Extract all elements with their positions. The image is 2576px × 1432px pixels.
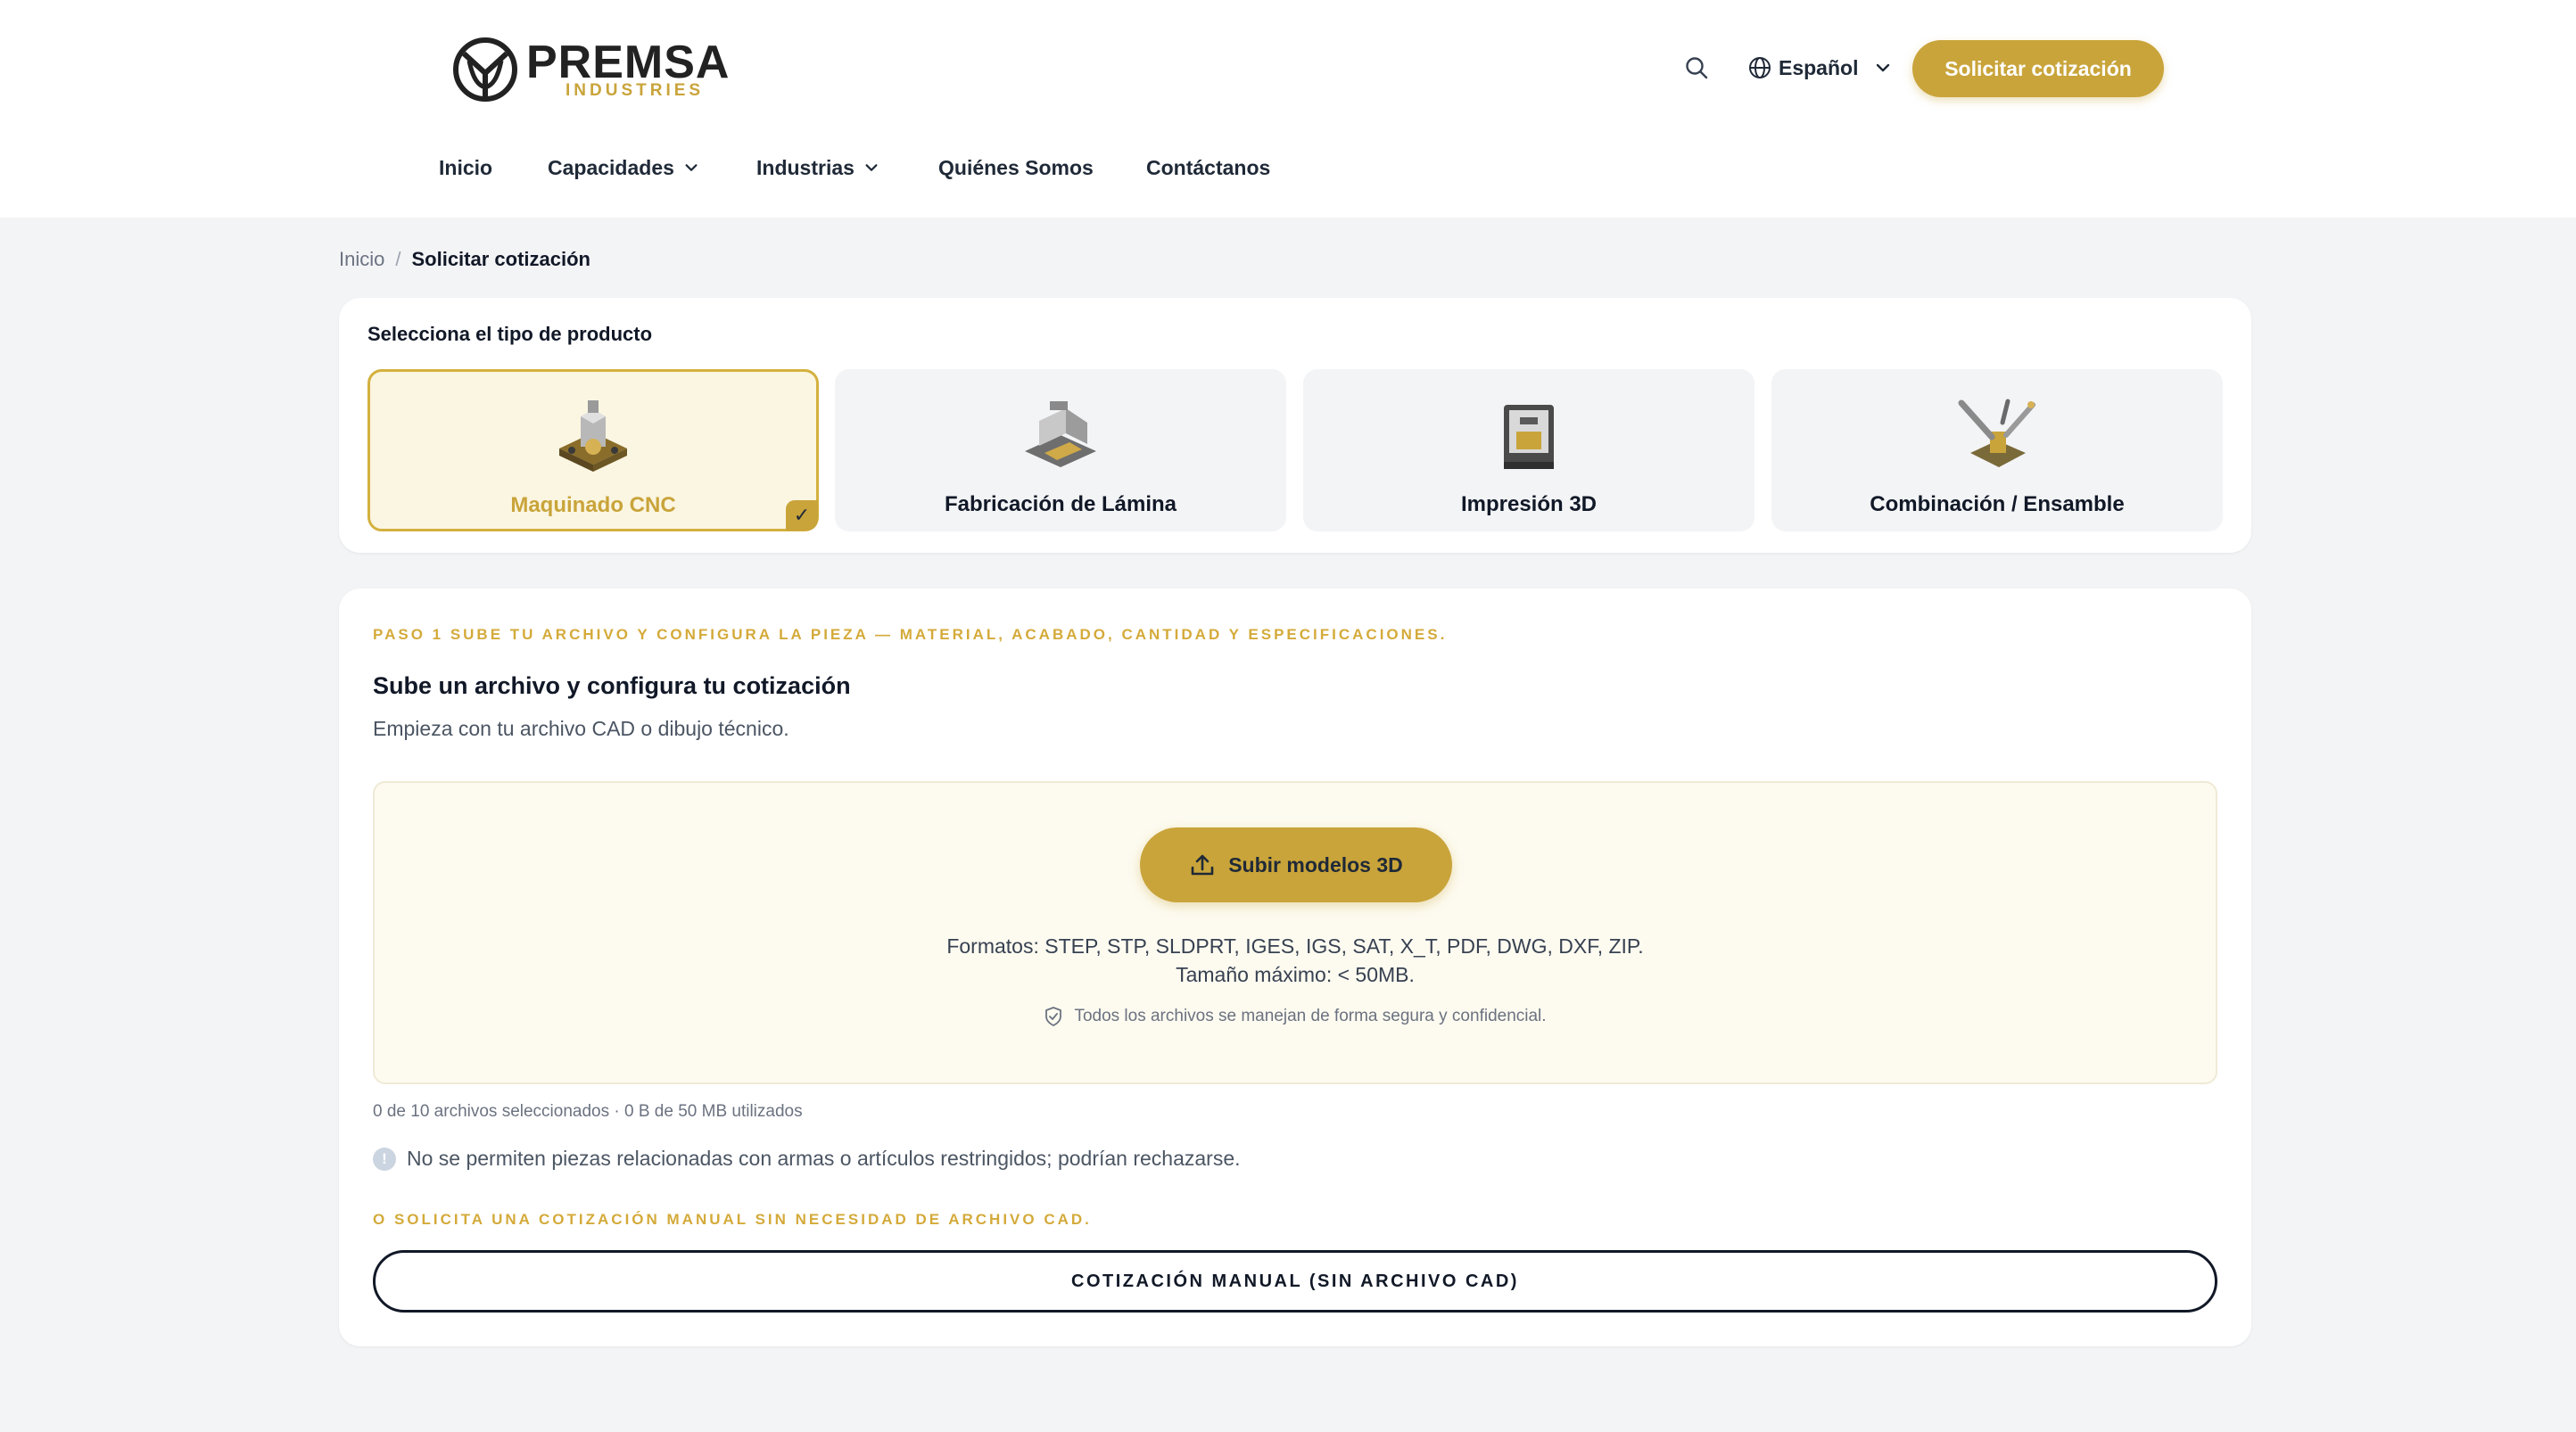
sheet-metal-icon <box>1025 401 1096 467</box>
restricted-items-warning: ! No se permiten piezas relacionadas con… <box>373 1147 1241 1171</box>
upload-icon <box>1191 854 1214 876</box>
globe-icon <box>1749 57 1771 78</box>
warning-text: No se permiten piezas relacionadas con a… <box>407 1147 1241 1170</box>
upload-subtitle: Empieza con tu archivo CAD o dibujo técn… <box>373 717 789 740</box>
nav-item-quienes-somos[interactable]: Quiénes Somos <box>938 152 1094 184</box>
chevron-down-icon <box>1877 63 1890 72</box>
product-type-title: Selecciona el tipo de producto <box>367 323 653 345</box>
breadcrumb-current: Solicitar cotización <box>411 248 590 270</box>
security-note: Todos los archivos se manejan de forma s… <box>375 1006 2216 1027</box>
language-selector[interactable]: Español <box>1748 52 1892 84</box>
info-icon: ! <box>373 1147 396 1171</box>
upload-button-label: Subir modelos 3D <box>1228 852 1403 876</box>
nav-item-label: Capacidades <box>548 155 674 179</box>
nav-item-label: Contáctanos <box>1146 155 1271 179</box>
max-file-size: Tamaño máximo: < 50MB. <box>1176 963 1415 986</box>
product-type-card: Selecciona el tipo de producto Maquinado… <box>339 298 2251 553</box>
logo-mark-icon <box>453 37 517 102</box>
cnc-part-icon <box>559 400 627 472</box>
product-option-assembly[interactable]: Combinación / Ensamble <box>1771 369 2223 531</box>
product-option-label: Maquinado CNC <box>510 493 676 517</box>
shield-check-icon <box>1045 1007 1062 1026</box>
product-option-label: Impresión 3D <box>1460 492 1598 516</box>
step-label: PASO 1 SUBE TU ARCHIVO Y CONFIGURA LA PI… <box>373 626 1448 643</box>
logo-subtitle: INDUSTRIES <box>566 81 705 100</box>
manual-quote-button[interactable]: COTIZACIÓN MANUAL (SIN ARCHIVO CAD) <box>373 1250 2217 1313</box>
accepted-formats: Formatos: STEP, STP, SLDPRT, IGES, IGS, … <box>946 934 1644 958</box>
product-option-label: Combinación / Ensamble <box>1870 492 2125 516</box>
breadcrumb-home[interactable]: Inicio <box>339 248 384 271</box>
request-quote-button[interactable]: Solicitar cotización <box>1912 40 2164 97</box>
breadcrumb-separator: / <box>395 248 401 270</box>
upload-title: Sube un archivo y configura tu cotizació… <box>373 672 851 699</box>
product-option-cnc[interactable]: Maquinado CNC ✓ <box>367 369 819 531</box>
selected-check-icon: ✓ <box>786 500 818 531</box>
nav-item-inicio[interactable]: Inicio <box>439 152 492 184</box>
premsa-logo[interactable]: PREMSA INDUSTRIES <box>451 34 729 105</box>
nav-item-label: Quiénes Somos <box>938 155 1094 179</box>
product-option-3d-printing[interactable]: Impresión 3D <box>1303 369 1754 531</box>
language-label: Español <box>1779 55 1859 79</box>
product-option-sheet-metal[interactable]: Fabricación de Lámina <box>835 369 1286 531</box>
nav-item-label: Industrias <box>756 155 855 179</box>
manual-quote-hint: O SOLICITA UNA COTIZACIÓN MANUAL SIN NEC… <box>373 1211 1092 1228</box>
assembly-tools-icon <box>1958 399 2035 467</box>
nav-item-label: Inicio <box>439 155 493 179</box>
product-option-label: Fabricación de Lámina <box>944 492 1177 516</box>
nav-item-capacidades[interactable]: Capacidades <box>548 152 699 184</box>
security-note-text: Todos los archivos se manejan de forma s… <box>1074 1007 1547 1025</box>
breadcrumb: Inicio / Solicitar cotización <box>339 248 590 271</box>
chevron-down-icon <box>865 164 878 171</box>
file-counter: 0 de 10 archivos seleccionados · 0 B de … <box>373 1102 803 1121</box>
search-icon[interactable] <box>1684 55 1709 80</box>
nav-item-contactanos[interactable]: Contáctanos <box>1146 152 1270 184</box>
file-dropzone[interactable]: Subir modelos 3D Formatos: STEP, STP, SL… <box>373 781 2217 1084</box>
nav-item-industrias[interactable]: Industrias <box>756 152 879 184</box>
chevron-down-icon <box>685 164 698 171</box>
upload-3d-models-button[interactable]: Subir modelos 3D <box>1140 827 1452 902</box>
upload-card: PASO 1 SUBE TU ARCHIVO Y CONFIGURA LA PI… <box>339 588 2251 1346</box>
3d-printer-icon <box>1504 405 1554 469</box>
site-header: PREMSA INDUSTRIES Español Solicitar coti… <box>0 0 2576 218</box>
